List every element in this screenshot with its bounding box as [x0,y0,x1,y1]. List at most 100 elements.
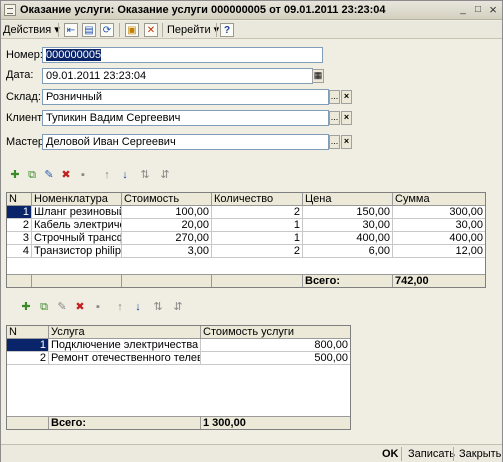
end-edit-icon[interactable]: ▪ [76,168,90,182]
move-down-icon[interactable]: ↓ [118,168,132,182]
client-field[interactable]: Тупикин Вадим Сергеевич [42,110,329,126]
back-arrow-icon[interactable]: ⇤ [64,23,78,37]
post-document-icon[interactable]: ▣ [125,23,139,37]
row-number[interactable]: 3 [7,232,32,245]
column-header[interactable]: Услуга [49,326,201,339]
toolbar-separator [58,23,59,37]
item-sum[interactable]: 400,00 [393,232,485,245]
sort-descending-icon[interactable]: ⇵ [158,168,172,182]
close-button[interactable]: × [486,3,500,17]
footer-cell [32,274,122,287]
item-cost[interactable]: 270,00 [122,232,212,245]
item-price[interactable]: 6,00 [303,245,393,258]
actions-label: Действия [3,24,52,36]
warehouse-field[interactable]: Розничный [42,89,329,105]
add-row-icon[interactable]: ✚ [8,168,22,182]
services-table[interactable]: N Услуга Стоимость услуги 1 Подключение … [6,325,351,430]
row-number[interactable]: 1 [7,339,49,352]
refresh-icon[interactable]: ⟳ [100,23,114,37]
clear-button[interactable]: × [341,111,352,125]
services-table-footer: Всего: 1 300,00 [7,416,350,429]
table-row[interactable]: 2 Кабель электриче... 20,00 1 30,00 30,0… [7,219,485,232]
sort-descending-icon[interactable]: ⇵ [171,300,185,314]
clear-button[interactable]: × [341,90,352,104]
actions-menu[interactable]: Действия ▾ [3,23,60,37]
column-header[interactable]: Сумма [393,193,485,206]
goods-total-label: Всего: [303,274,393,287]
document-view-icon[interactable]: ▤ [82,23,96,37]
item-name[interactable]: Шланг резиновый... [32,206,122,219]
sort-ascending-icon[interactable]: ⇅ [151,300,165,314]
service-name[interactable]: Ремонт отечественного телевиз... [49,352,201,365]
item-price[interactable]: 400,00 [303,232,393,245]
number-field[interactable]: 000000005 [42,47,323,63]
calendar-icon[interactable]: ▦ [312,69,324,83]
sort-ascending-icon[interactable]: ⇅ [138,168,152,182]
item-name[interactable]: Транзистор philips ... [32,245,122,258]
item-quantity[interactable]: 2 [212,206,303,219]
item-name[interactable]: Строчный трансфо... [32,232,122,245]
service-name[interactable]: Подключение электричества [49,339,201,352]
item-sum[interactable]: 300,00 [393,206,485,219]
goods-table[interactable]: N Номенклатура Стоимость Количество Цена… [6,192,486,288]
save-button[interactable]: Записать [408,447,455,461]
item-name[interactable]: Кабель электриче... [32,219,122,232]
copy-row-icon[interactable]: ⧉ [25,168,39,182]
goto-menu[interactable]: Перейти ▾ [167,23,219,37]
select-button[interactable]: ... [329,135,340,149]
edit-row-icon[interactable]: ✎ [55,300,69,314]
table-row[interactable]: 2 Ремонт отечественного телевиз... 500,0… [7,352,350,365]
copy-row-icon[interactable]: ⧉ [37,300,51,314]
item-cost[interactable]: 100,00 [122,206,212,219]
item-price[interactable]: 30,00 [303,219,393,232]
goods-table-toolbar: ✚ ⧉ ✎ ✖ ▪ ↑ ↓ ⇅ ⇵ [8,168,188,182]
item-quantity[interactable]: 1 [212,232,303,245]
item-price[interactable]: 150,00 [303,206,393,219]
table-row[interactable]: 1 Подключение электричества 800,00 [7,339,350,352]
item-sum[interactable]: 30,00 [393,219,485,232]
maximize-button[interactable]: □ [471,4,485,17]
end-edit-icon[interactable]: ▪ [91,300,105,314]
delete-row-icon[interactable]: ✖ [59,168,73,182]
row-number[interactable]: 2 [7,352,49,365]
help-icon[interactable]: ? [220,23,234,37]
edit-row-icon[interactable]: ✎ [42,168,56,182]
item-sum[interactable]: 12,00 [393,245,485,258]
item-cost[interactable]: 20,00 [122,219,212,232]
table-row[interactable]: 4 Транзистор philips ... 3,00 2 6,00 12,… [7,245,485,258]
date-field[interactable]: 09.01.2011 23:23:04 [42,68,313,84]
move-down-icon[interactable]: ↓ [131,300,145,314]
footer-cell [212,274,303,287]
add-row-icon[interactable]: ✚ [19,300,33,314]
master-field[interactable]: Деловой Иван Сергеевич [42,134,329,150]
column-header[interactable]: Цена [303,193,393,206]
row-number[interactable]: 1 [7,206,32,219]
toolbar-separator [216,23,217,37]
clear-button[interactable]: × [341,135,352,149]
unpost-document-icon[interactable]: ✕ [144,23,158,37]
table-row[interactable]: 3 Строчный трансфо... 270,00 1 400,00 40… [7,232,485,245]
row-number[interactable]: 4 [7,245,32,258]
move-up-icon[interactable]: ↑ [113,300,127,314]
item-quantity[interactable]: 1 [212,219,303,232]
select-button[interactable]: ... [329,90,340,104]
column-header[interactable]: Количество [212,193,303,206]
item-quantity[interactable]: 2 [212,245,303,258]
move-up-icon[interactable]: ↑ [100,168,114,182]
service-cost[interactable]: 800,00 [201,339,350,352]
column-header[interactable]: N [7,326,49,339]
column-header[interactable]: Стоимость услуги [201,326,350,339]
ok-button[interactable]: OK [382,447,399,461]
service-cost[interactable]: 500,00 [201,352,350,365]
row-number[interactable]: 2 [7,219,32,232]
select-button[interactable]: ... [329,111,340,125]
minimize-button[interactable]: _ [456,4,470,17]
column-header[interactable]: Стоимость [122,193,212,206]
close-form-button[interactable]: Закрыть [459,447,501,461]
column-header[interactable]: N [7,193,32,206]
item-cost[interactable]: 3,00 [122,245,212,258]
goods-table-header: N Номенклатура Стоимость Количество Цена… [7,193,485,206]
table-row[interactable]: 1 Шланг резиновый... 100,00 2 150,00 300… [7,206,485,219]
delete-row-icon[interactable]: ✖ [73,300,87,314]
column-header[interactable]: Номенклатура [32,193,122,206]
